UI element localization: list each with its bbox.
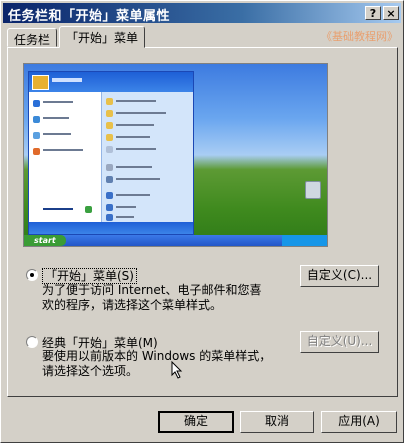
preview-line (116, 166, 152, 168)
preview-line (116, 136, 150, 138)
recycle-bin-icon (305, 181, 321, 199)
preview-line (116, 194, 150, 196)
customize-classic-menu-button[interactable]: 自定义(U)... (300, 331, 379, 353)
help-icon (106, 192, 113, 199)
tab-label: 任务栏 (14, 33, 51, 47)
preview-line (43, 149, 83, 151)
start-menu-label-text: 「开始」菜单(S) (42, 268, 137, 284)
mail-icon (33, 116, 40, 123)
customize-start-menu-button[interactable]: 自定义(C)... (300, 265, 379, 287)
preview-line (116, 124, 154, 126)
control-panel-icon (106, 164, 113, 171)
computer-icon (106, 146, 113, 153)
description-line: 要使用以前版本的 Windows 的菜单样式， (42, 349, 272, 363)
description-line: 欢的程序，请选择这个菜单样式。 (42, 298, 223, 312)
preview-line (116, 148, 156, 150)
close-button[interactable]: × (383, 6, 399, 20)
preview-line (116, 112, 166, 114)
description-line: 请选择这个选项。 (42, 364, 139, 378)
preview-line (116, 100, 156, 102)
preview-line (43, 117, 69, 119)
start-menu-description: 为了便于访问 Internet、电子邮件和您喜 欢的程序，请选择这个菜单样式。 (42, 283, 261, 313)
preview-taskbar: start (24, 235, 327, 246)
preview-system-links (101, 92, 193, 222)
preview-line (43, 208, 73, 210)
ok-button[interactable]: 确定 (158, 411, 234, 433)
preview-pinned-programs (29, 92, 101, 222)
run-icon (106, 214, 113, 221)
all-programs-arrow-icon (85, 206, 92, 213)
classic-start-menu-description: 要使用以前版本的 Windows 的菜单样式， 请选择这个选项。 (42, 349, 271, 379)
preview-line (43, 101, 73, 103)
preview-username-placeholder (52, 78, 82, 82)
description-line: 为了便于访问 Internet、电子邮件和您喜 (42, 283, 262, 297)
preview-line (116, 206, 136, 208)
preview-system-tray (282, 235, 327, 246)
recent-documents-icon (106, 110, 113, 117)
dialog-window: 任务栏和「开始」菜单属性 ? × 《基础教程网》 任务栏 「开始」菜单 star… (0, 0, 404, 443)
radio-selected-dot (30, 273, 34, 277)
classic-label-text: 经典「开始」菜单(M) (42, 336, 158, 350)
program-icon (33, 148, 40, 155)
preview-line (43, 133, 71, 135)
apply-button[interactable]: 应用(A) (321, 411, 397, 433)
preview-start-menu (28, 71, 194, 235)
start-menu-option-label[interactable]: 「开始」菜单(S) (42, 267, 137, 284)
music-icon (106, 134, 113, 141)
messenger-icon (33, 132, 40, 139)
mouse-cursor-icon (171, 361, 183, 379)
start-menu-radio[interactable] (26, 269, 38, 281)
watermark-text: 《基础教程网》 (321, 30, 398, 43)
pictures-icon (106, 122, 113, 129)
preview-user-header (29, 72, 193, 92)
start-menu-preview: start (23, 63, 328, 247)
printers-icon (106, 176, 113, 183)
user-avatar-icon (32, 75, 49, 90)
help-button[interactable]: ? (365, 6, 381, 20)
window-title: 任务栏和「开始」菜单属性 (8, 9, 171, 24)
cancel-button[interactable]: 取消 (240, 411, 314, 433)
title-bar[interactable]: 任务栏和「开始」菜单属性 ? × (3, 3, 401, 24)
browser-icon (33, 100, 40, 107)
classic-start-menu-radio[interactable] (26, 336, 38, 348)
preview-logoff-bar (29, 222, 193, 234)
documents-icon (106, 98, 113, 105)
preview-line (116, 216, 134, 218)
preview-line (116, 178, 160, 180)
tab-taskbar[interactable]: 任务栏 (7, 28, 57, 47)
tab-label: 「开始」菜单 (66, 31, 139, 45)
search-icon (106, 204, 113, 211)
preview-start-button: start (24, 235, 66, 246)
tab-start-menu[interactable]: 「开始」菜单 (59, 26, 145, 48)
